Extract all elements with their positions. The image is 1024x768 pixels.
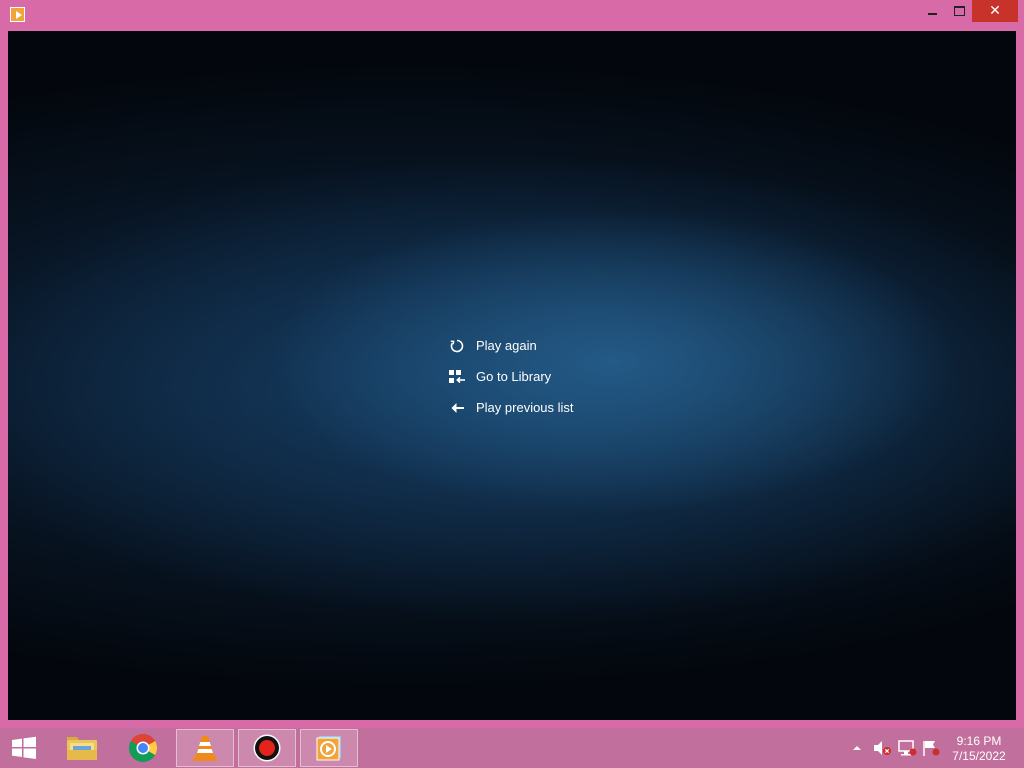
network-button[interactable] (897, 728, 917, 768)
file-explorer-taskbar-button[interactable] (53, 729, 111, 767)
show-hidden-icons-chevron (853, 746, 861, 750)
now-playing-area: Play again Go to Library Play previous l… (8, 31, 1016, 720)
taskbar: 9:16 PM 7/15/2022 (0, 728, 1024, 768)
media-player-window: ✕ Play again Go to Library Play previous… (0, 0, 1024, 728)
minimize-icon (927, 13, 937, 15)
media-player-icon[interactable] (10, 7, 25, 22)
close-button[interactable]: ✕ (972, 0, 1018, 22)
folder-icon (67, 737, 97, 760)
play-previous-list-button[interactable]: Play previous list (448, 392, 574, 423)
replay-icon (448, 337, 466, 355)
record-icon (253, 734, 281, 762)
chrome-taskbar-button[interactable] (114, 729, 172, 767)
action-center-flag-icon (923, 741, 940, 756)
library-icon (448, 368, 466, 386)
media-player-taskbar-button[interactable] (300, 729, 358, 767)
back-arrow-icon (448, 399, 466, 417)
minimize-button[interactable] (918, 0, 946, 22)
action-center-button[interactable] (921, 728, 941, 768)
show-hidden-icons-button[interactable] (850, 728, 864, 768)
windows-logo-icon (12, 736, 36, 759)
volume-muted-icon (874, 741, 891, 755)
maximize-icon (953, 6, 965, 16)
maximize-button[interactable] (946, 0, 972, 22)
end-of-playback-menu: Play again Go to Library Play previous l… (448, 330, 574, 423)
media-player-icon (316, 736, 341, 761)
play-again-label: Play again (476, 338, 537, 353)
go-to-library-button[interactable]: Go to Library (448, 361, 574, 392)
go-to-library-label: Go to Library (476, 369, 552, 384)
recorder-taskbar-button[interactable] (238, 729, 296, 767)
network-icon (898, 740, 917, 756)
start-button[interactable] (0, 729, 48, 767)
close-icon: ✕ (989, 3, 1001, 19)
clock-time: 9:16 PM (956, 734, 1002, 748)
vlc-taskbar-button[interactable] (176, 729, 234, 767)
play-again-button[interactable]: Play again (448, 330, 574, 361)
title-bar[interactable]: ✕ (0, 0, 1024, 30)
clock-date: 7/15/2022 (952, 749, 1006, 763)
play-previous-list-label: Play previous list (476, 400, 574, 415)
vlc-cone-icon (193, 736, 217, 761)
system-clock[interactable]: 9:16 PM 7/15/2022 (948, 734, 1010, 764)
chrome-icon (129, 734, 157, 762)
volume-button[interactable] (872, 728, 892, 768)
